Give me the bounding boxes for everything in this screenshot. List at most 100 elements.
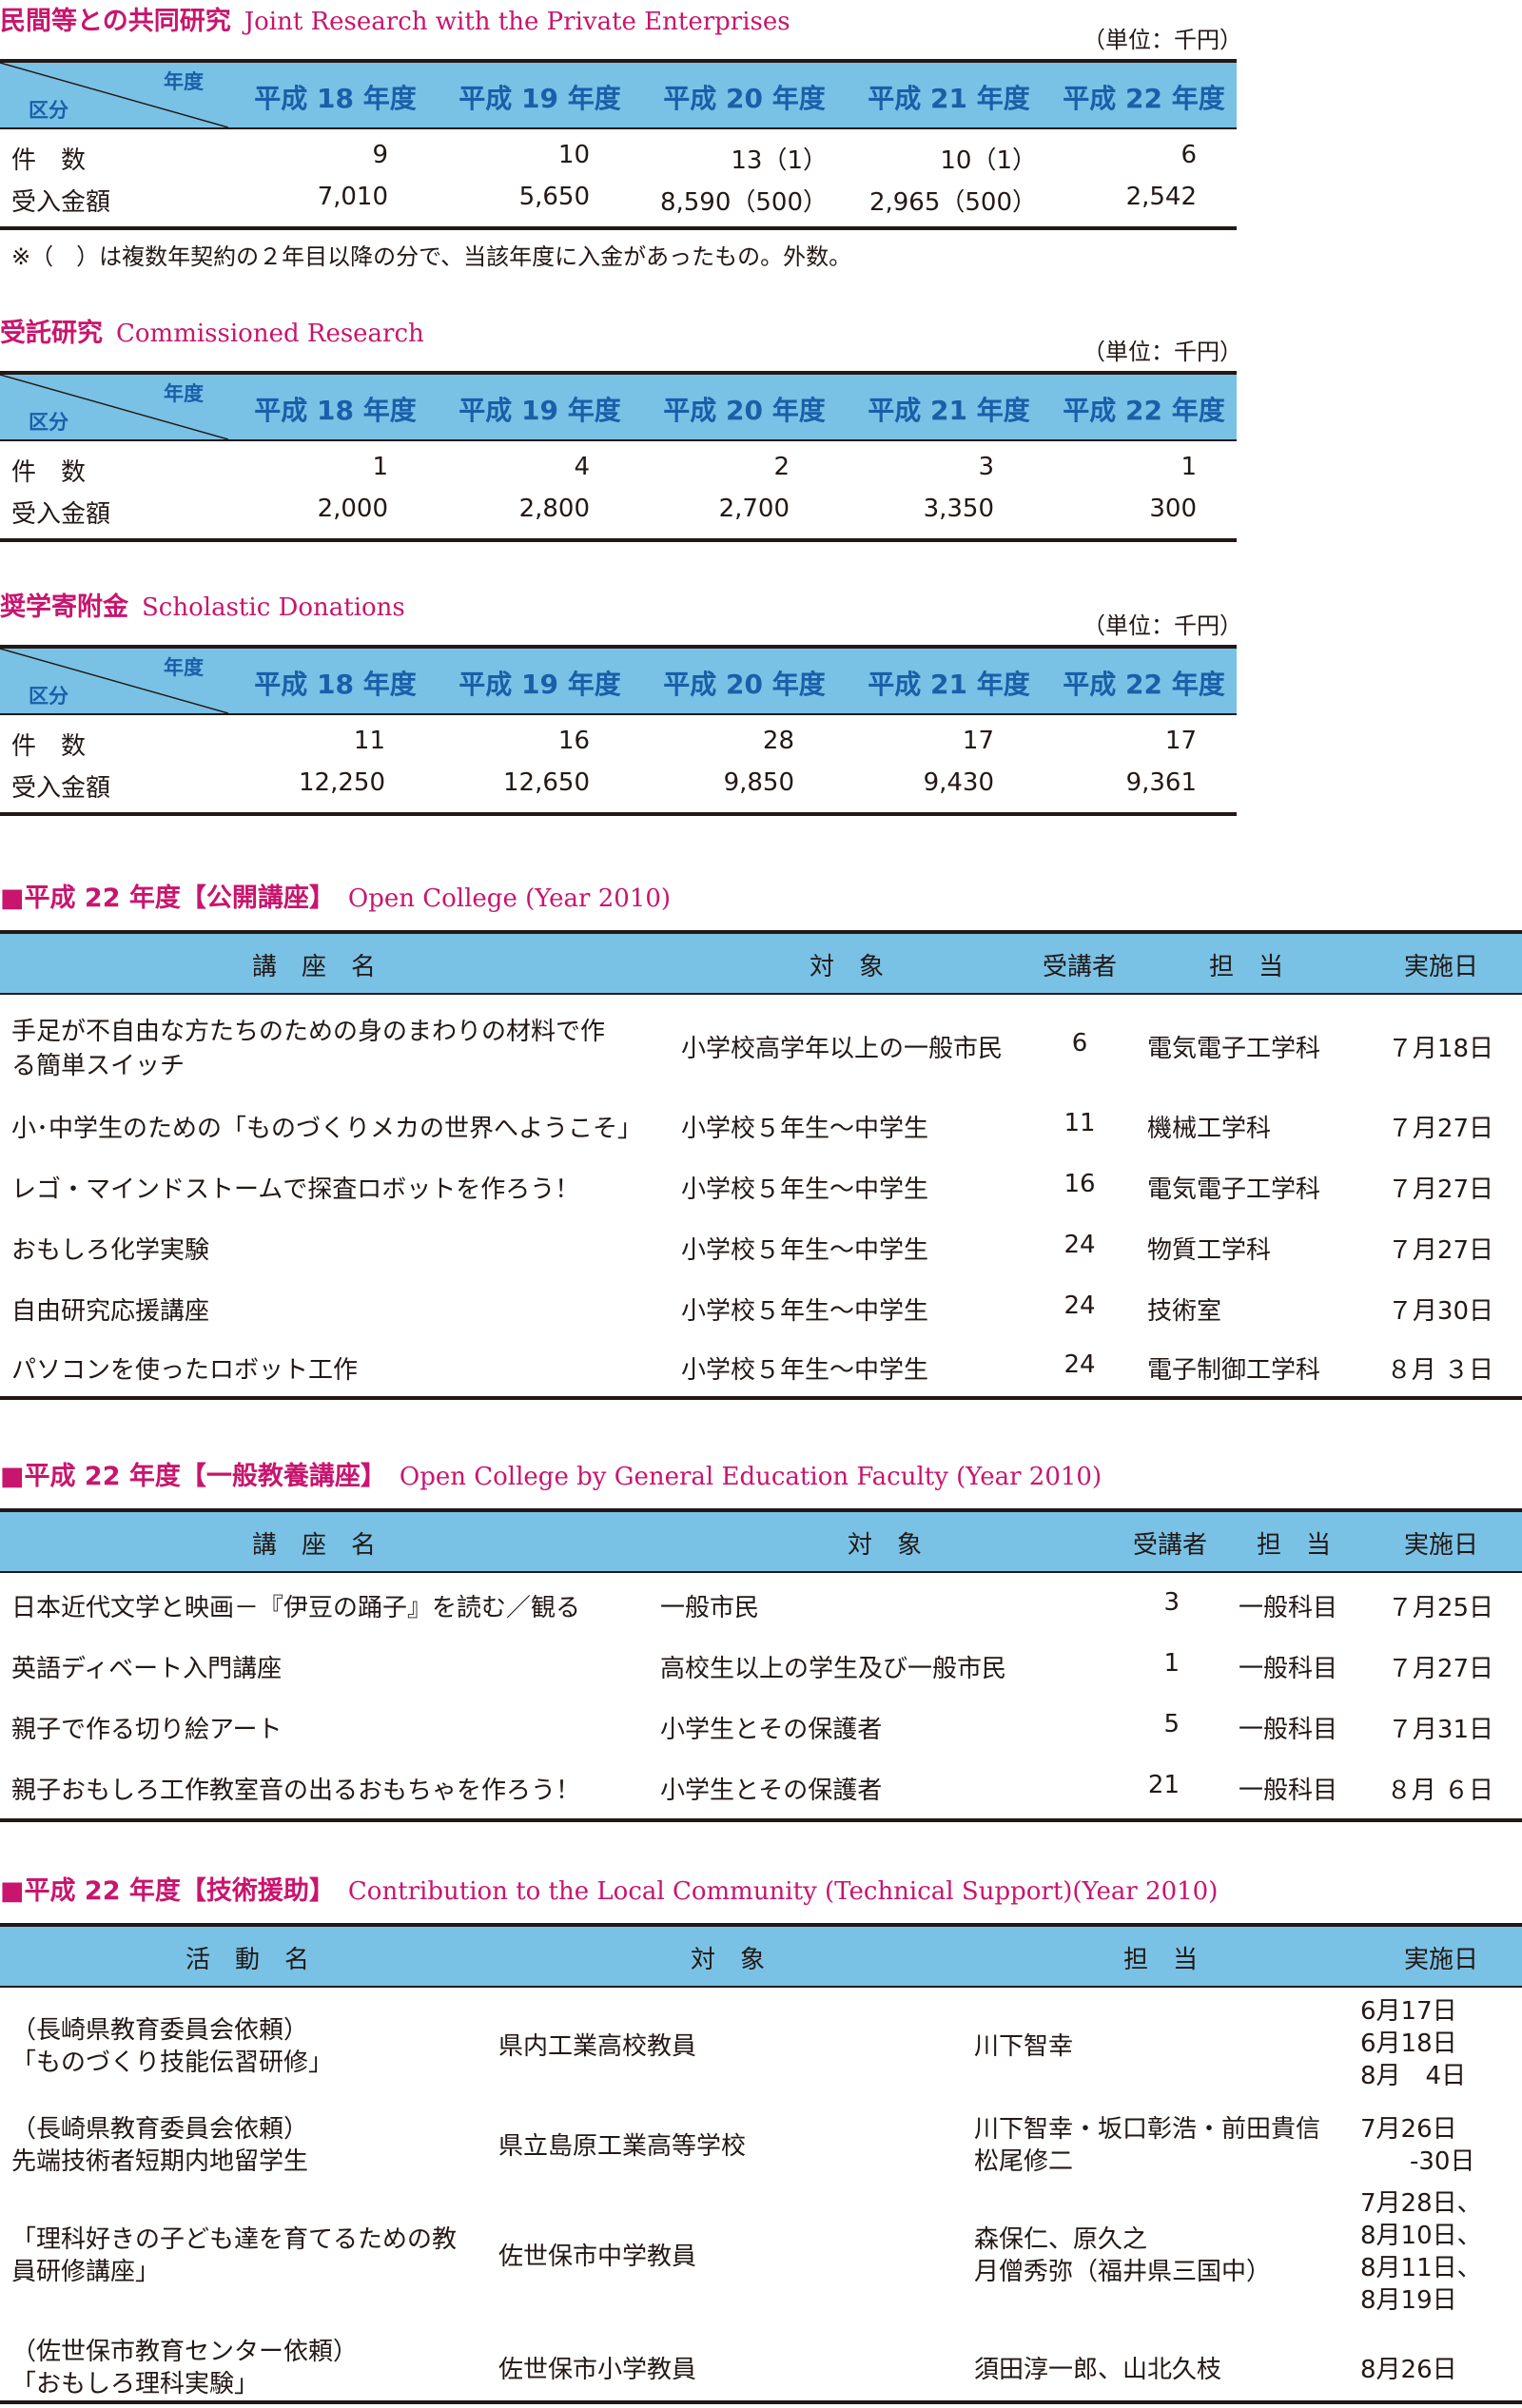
cell-value: 12,650 — [503, 768, 590, 797]
heading-ja: 奨学寄附金 — [0, 592, 128, 622]
heading-en: Scholastic Donations — [142, 593, 405, 622]
heading-en: Open College (Year 2010) — [347, 884, 672, 913]
cell-value: 300 — [1149, 495, 1197, 523]
section-heading: ■平成 22 年度【技術援助】 Contribution to the Local… — [0, 1870, 1218, 1907]
year-header: 平成 18 年度 — [254, 83, 417, 114]
attendee-count: 1 — [1163, 1649, 1180, 1678]
cell-value: 9 — [372, 141, 388, 169]
year-header: 平成 18 年度 — [254, 669, 417, 700]
table-note: ※（ ）は複数年契約の２年目以降の分で、当該年度に入金があったもの。外数。 — [11, 243, 852, 270]
cell-value: 2,700 — [718, 495, 790, 523]
cell-value: 2 — [773, 453, 790, 481]
activity-target: 県立島原工業高等学校 — [498, 2132, 747, 2161]
column-header: 対 象 — [809, 953, 884, 981]
column-header: 担 当 — [1256, 1531, 1331, 1560]
cell-value: 11 — [353, 727, 385, 755]
table-header: 講 座 名 対 象 受講者 担 当 実施日 — [0, 1512, 1522, 1571]
heading-ja: ■平成 22 年度【技術援助】 — [0, 1876, 335, 1906]
cell-value: 3,350 — [923, 495, 994, 523]
course-dept: 一般科目 — [1239, 1594, 1338, 1622]
table-bottom-rule — [0, 538, 1237, 542]
attendee-count: 24 — [1063, 1291, 1096, 1320]
course-name: 親子で作る切り絵アート — [11, 1716, 283, 1744]
column-header: 実施日 — [1403, 1946, 1478, 1974]
cell-value: 10（1） — [940, 146, 1037, 175]
activity-target: 県内工業高校教員 — [498, 2032, 697, 2061]
activity-date: 6月17日 — [1360, 1997, 1457, 2026]
year-header: 平成 22 年度 — [1063, 395, 1225, 426]
year-header: 平成 21 年度 — [868, 669, 1030, 700]
course-date: ７月27日 — [1387, 1175, 1493, 1204]
table-header-rule — [0, 1986, 1522, 1988]
column-header: 活 動 名 — [185, 1946, 309, 1974]
column-header: 受講者 — [1132, 1531, 1207, 1560]
course-target: 小学校５年生～中学生 — [681, 1236, 929, 1265]
cell-value: 9,361 — [1125, 768, 1197, 797]
cell-value: 1 — [1181, 453, 1197, 481]
section-heading: ■平成 22 年度【一般教養講座】 Open College by General… — [0, 1455, 1102, 1492]
course-target: 小学校５年生～中学生 — [681, 1115, 929, 1143]
course-name: パソコンを使ったロボット工作 — [11, 1356, 359, 1385]
course-dept: 一般科目 — [1239, 1716, 1338, 1744]
course-target: 小学校５年生～中学生 — [681, 1175, 929, 1204]
activity-date: 8月26日 — [1360, 2356, 1457, 2384]
heading-ja: 民間等との共同研究 — [0, 7, 231, 36]
activity-date: 8月11日、 — [1360, 2254, 1482, 2282]
activity-date: 8月19日 — [1360, 2286, 1457, 2315]
year-header: 平成 19 年度 — [459, 669, 621, 700]
year-header: 平成 22 年度 — [1063, 669, 1225, 700]
activity-staff: 川下智幸・坂口彰浩・前田貴信 — [974, 2115, 1321, 2144]
year-header: 平成 20 年度 — [663, 83, 826, 114]
table-header: 講 座 名 対 象 受講者 担 当 実施日 — [0, 934, 1522, 993]
course-dept: 技術室 — [1147, 1297, 1222, 1326]
attendee-count: 11 — [1063, 1109, 1096, 1137]
activity-date: 8月 4日 — [1360, 2062, 1467, 2090]
scholastic-donations-section: 奨学寄附金 Scholastic Donations （単位：千円） 年度 区分 … — [0, 586, 1242, 824]
attendee-count: 21 — [1147, 1771, 1180, 1799]
course-target: 小学生とその保護者 — [660, 1777, 883, 1805]
general-education-section: ■平成 22 年度【一般教養講座】 Open College by General… — [0, 1455, 1522, 1826]
table-header-rule — [0, 1571, 1522, 1573]
corner-year: 年度 — [164, 70, 204, 93]
course-target: 一般市民 — [660, 1594, 760, 1622]
row-label: 件 数 — [11, 146, 87, 175]
course-date: ７月30日 — [1387, 1297, 1493, 1326]
heading-en: Joint Research with the Private Enterpri… — [244, 8, 790, 36]
cell-value: 16 — [557, 727, 590, 755]
course-dept: 機械工学科 — [1147, 1115, 1272, 1143]
corner-category: 区分 — [29, 685, 68, 708]
cell-value: 9,430 — [923, 768, 994, 797]
table-header: 年度 区分 平成 18 年度 平成 19 年度 平成 20 年度 平成 21 年… — [0, 375, 1237, 439]
cell-value: 5,650 — [518, 183, 590, 211]
course-date: ７月27日 — [1387, 1115, 1493, 1143]
course-target: 小学校５年生～中学生 — [681, 1297, 929, 1326]
attendee-count: 5 — [1163, 1710, 1180, 1738]
course-name: おもしろ化学実験 — [11, 1236, 210, 1265]
activity-name: （長崎県教育委員会依頼） — [11, 2016, 309, 2045]
course-date: ７月18日 — [1387, 1035, 1493, 1063]
table-header-rule — [0, 713, 1237, 715]
heading-ja: ■平成 22 年度【一般教養講座】 — [0, 1462, 386, 1491]
heading-en: Open College by General Education Facult… — [399, 1463, 1102, 1491]
year-header: 平成 20 年度 — [663, 395, 826, 426]
activity-date: 8月10日、 — [1360, 2222, 1482, 2250]
year-header: 平成 21 年度 — [868, 395, 1030, 426]
section-heading: 受託研究 Commissioned Research — [0, 312, 424, 349]
activity-target: 佐世保市中学教員 — [498, 2243, 697, 2271]
course-name: る簡単スイッチ — [11, 1052, 185, 1080]
cell-value: 7,010 — [317, 183, 388, 211]
column-header: 担 当 — [1208, 953, 1283, 981]
course-dept: 電気電子工学科 — [1147, 1035, 1321, 1063]
commissioned-research-section: 受託研究 Commissioned Research （単位：千円） 年度 区分 … — [0, 312, 1242, 550]
column-header: 実施日 — [1403, 1531, 1478, 1560]
course-name: レゴ・マインドストームで探査ロボットを作ろう！ — [11, 1175, 580, 1204]
activity-staff: 須田淳一郎、山北久枝 — [974, 2356, 1222, 2384]
table-bottom-rule — [0, 1396, 1522, 1400]
column-header: 対 象 — [690, 1946, 765, 1974]
unit-label: （単位：千円） — [1083, 339, 1242, 365]
year-header: 平成 20 年度 — [663, 669, 826, 700]
course-dept: 電気電子工学科 — [1147, 1175, 1321, 1204]
heading-ja: 受託研究 — [0, 319, 103, 348]
table-bottom-rule — [0, 812, 1237, 816]
course-date: ７月31日 — [1387, 1716, 1493, 1744]
